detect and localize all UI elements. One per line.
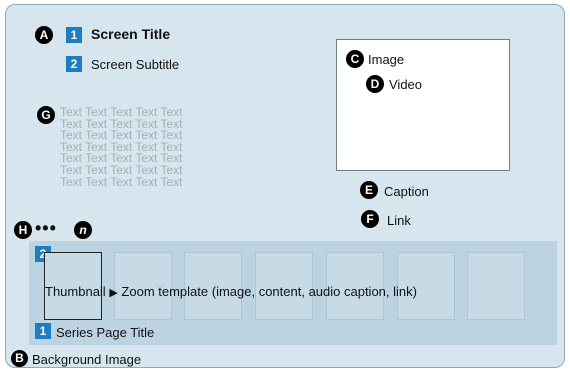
marker-e: E xyxy=(360,181,378,199)
video-label: Video xyxy=(389,77,423,92)
range-ellipsis: ••• xyxy=(35,218,57,238)
marker-f: F xyxy=(361,210,379,228)
marker-h: H xyxy=(14,221,32,239)
series-number-badge: 1 xyxy=(35,323,51,339)
thumbnail-label: Thumbnail xyxy=(45,284,106,299)
caption-label: Caption xyxy=(384,184,429,199)
play-arrow-icon: ▶ xyxy=(109,287,118,299)
marker-c: C xyxy=(346,50,364,68)
zoom-template-text: Zoom template (image, content, audio cap… xyxy=(121,284,417,299)
thumbnail-7[interactable] xyxy=(467,252,525,320)
thumbnail-zoom-caption: Thumbnail ▶ Zoom template (image, conten… xyxy=(45,284,417,299)
image-label: Image xyxy=(368,52,405,67)
link-label: Link xyxy=(387,213,411,228)
marker-n: n xyxy=(74,221,92,239)
marker-b: B xyxy=(11,350,28,367)
series-page-title: Series Page Title xyxy=(56,325,155,340)
screen-subtitle: Screen Subtitle xyxy=(91,57,180,72)
placeholder-text: Text Text Text Text Text Text Text Text … xyxy=(60,105,183,189)
marker-d: D xyxy=(366,75,384,93)
marker-g: G xyxy=(37,106,55,124)
screen-title: Screen Title xyxy=(91,26,171,42)
subtitle-number-badge: 2 xyxy=(66,56,82,72)
title-number-badge: 1 xyxy=(66,27,82,43)
marker-a: A xyxy=(35,26,53,44)
background-image-label: Background Image xyxy=(32,352,142,367)
